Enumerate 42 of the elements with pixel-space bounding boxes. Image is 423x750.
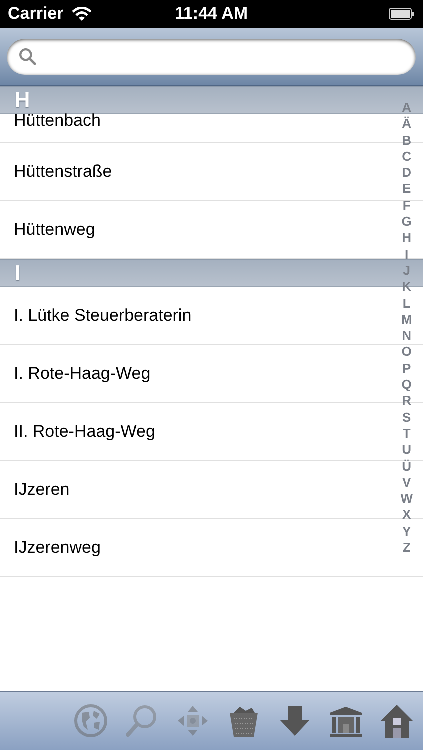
search-field[interactable] xyxy=(7,38,416,74)
house-icon xyxy=(379,703,415,739)
index-letter[interactable]: O xyxy=(402,344,412,361)
index-letter[interactable]: U xyxy=(402,442,412,459)
index-letter[interactable]: G xyxy=(402,214,412,230)
battery-icon xyxy=(389,8,415,20)
index-letter[interactable]: W xyxy=(400,491,413,508)
index-letter[interactable]: D xyxy=(402,165,412,182)
list-item[interactable]: Hüttenweg xyxy=(14,201,96,259)
list-item[interactable]: Hüttenstraße xyxy=(14,143,112,201)
index-letter[interactable]: T xyxy=(402,426,411,442)
index-letter[interactable]: Ä xyxy=(402,116,412,133)
search-icon xyxy=(19,48,36,65)
index-letter[interactable]: Ü xyxy=(402,458,412,475)
list-item[interactable]: II. Rote-Haag-Weg xyxy=(14,403,156,461)
list-item[interactable]: I. Rote-Haag-Weg xyxy=(14,345,151,403)
index-letter[interactable]: V xyxy=(402,474,412,492)
list-item[interactable]: IJzerenweg xyxy=(14,519,101,577)
carrier-label: Carrier xyxy=(8,4,64,24)
index-letter[interactable]: Q xyxy=(402,377,412,394)
index-letter[interactable]: R xyxy=(402,393,412,410)
index-letter[interactable]: C xyxy=(402,148,412,166)
index-letter[interactable]: A xyxy=(402,100,412,116)
index-letter[interactable]: X xyxy=(402,507,412,524)
index-letter[interactable]: S xyxy=(402,410,412,426)
index-letter[interactable]: H xyxy=(402,230,412,247)
index-letter[interactable]: I xyxy=(405,246,409,263)
list-item[interactable]: I. Lütke Steuerberaterin xyxy=(14,287,192,345)
clock-time: 11:44 AM xyxy=(174,4,250,24)
index-letter[interactable]: N xyxy=(402,328,412,344)
index-letter[interactable]: B xyxy=(402,132,412,149)
index-letter[interactable]: L xyxy=(402,296,411,312)
index-letter[interactable]: P xyxy=(402,360,412,378)
index-letter[interactable]: Z xyxy=(402,540,411,556)
list-item[interactable]: IJzeren xyxy=(14,461,70,519)
globe-icon xyxy=(73,703,109,739)
index-letter[interactable]: E xyxy=(402,181,412,198)
list-item[interactable]: Hüttenbach xyxy=(14,114,101,128)
index-letter[interactable]: Y xyxy=(402,524,412,540)
index-letter[interactable]: F xyxy=(402,198,411,214)
wifi-icon xyxy=(72,6,92,22)
index-letter[interactable]: M xyxy=(401,312,412,328)
